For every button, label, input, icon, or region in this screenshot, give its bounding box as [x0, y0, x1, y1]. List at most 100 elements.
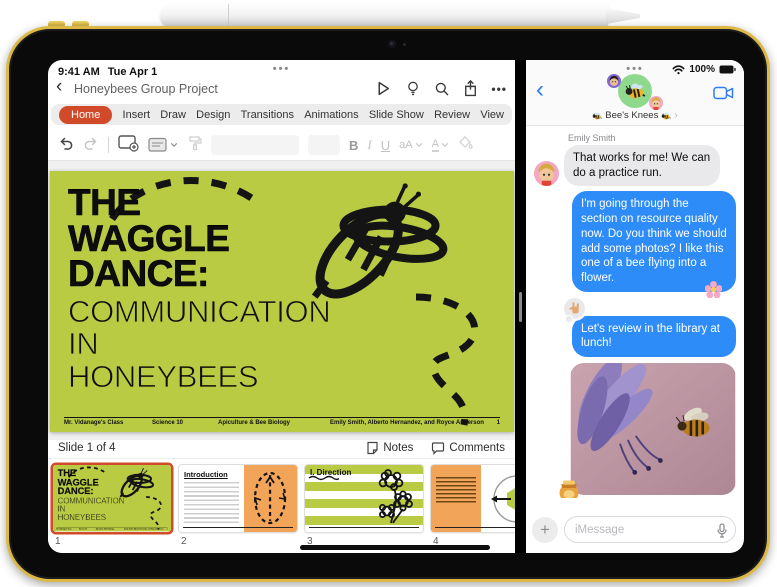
- designer-lightbulb-icon[interactable]: [405, 80, 421, 97]
- slide-1[interactable]: THE WAGGLE DANCE: COMMUNICATION IN HONEY…: [50, 171, 514, 432]
- avatar-emily[interactable]: [534, 161, 559, 187]
- facetime-video-icon[interactable]: [713, 86, 734, 105]
- pencil-seam: [228, 4, 229, 28]
- search-icon[interactable]: [434, 81, 450, 97]
- thumbnail-1-slide[interactable]: THE WAGGLE DANCE: COMMUNICATION IN HONEY…: [53, 465, 171, 532]
- message-composer: +: [532, 516, 736, 543]
- title-line: WAGGLE: [68, 217, 231, 259]
- font-color-button[interactable]: A: [431, 138, 449, 152]
- slide-layout-icon[interactable]: [148, 137, 178, 153]
- footer-page-number: 1: [166, 528, 168, 530]
- wifi-icon: [672, 64, 685, 74]
- window-controls-right[interactable]: •••: [626, 63, 644, 75]
- thumbnail-2-title: Introduction: [184, 470, 228, 479]
- tab-home[interactable]: Home: [59, 105, 113, 124]
- tab-view[interactable]: View: [480, 109, 504, 121]
- text-case-button[interactable]: aA: [399, 139, 422, 151]
- tab-animations[interactable]: Animations: [304, 109, 358, 121]
- subtitle-line: HONEYBEES: [57, 512, 106, 522]
- add-attachment-button[interactable]: +: [532, 516, 558, 543]
- tab-design[interactable]: Design: [196, 109, 230, 121]
- thumbnail-2[interactable]: Introduction: [179, 465, 297, 532]
- tab-transitions[interactable]: Transitions: [241, 109, 294, 121]
- group-avatar-bee: [618, 74, 652, 108]
- bee-icon: [624, 81, 646, 101]
- footer-subject: Apiculture & Bee Biology: [95, 528, 115, 530]
- powerpoint-app: 9:41 AM Tue Apr 1 ••• ‹ Honeybees Group …: [48, 60, 515, 553]
- subtitle-line: HONEYBEES: [68, 358, 259, 394]
- status-bar-right: 100%: [672, 64, 736, 75]
- thumbnail-4-diagram: [490, 475, 515, 523]
- home-indicator[interactable]: [300, 545, 490, 550]
- powerpoint-navbar: ‹ Honeybees Group Project •••: [48, 75, 515, 102]
- ribbon-tab-bar: Home Insert Draw Design Transitions Anim…: [51, 104, 512, 125]
- more-icon[interactable]: •••: [491, 82, 507, 96]
- battery-percent: 100%: [689, 64, 715, 75]
- photo-attachment[interactable]: [570, 363, 736, 496]
- slide-canvas-area: THE WAGGLE DANCE: COMMUNICATION IN HONEY…: [48, 160, 515, 440]
- bee-icon: [592, 111, 603, 120]
- group-avatar-cluster[interactable]: [605, 74, 665, 110]
- tapback-love-you-gesture-icon[interactable]: [562, 295, 587, 323]
- incoming-message[interactable]: That works for me! We can do a practice …: [564, 145, 720, 187]
- italic-button[interactable]: I: [367, 137, 371, 153]
- split-view-handle[interactable]: [519, 292, 522, 322]
- footer-authors: Emily Smith, Alberto Hernandez, and Royc…: [330, 420, 484, 426]
- bold-button[interactable]: B: [349, 138, 358, 153]
- footer-course: Science 10: [152, 420, 184, 426]
- front-camera-icon: [387, 39, 406, 49]
- notes-icon: [367, 441, 378, 455]
- thumbnail-2-number: 2: [181, 536, 187, 547]
- outgoing-message[interactable]: I'm going through the section on resourc…: [572, 191, 736, 298]
- window-controls-left[interactable]: •••: [273, 63, 291, 75]
- messages-back-chevron-icon[interactable]: ‹: [536, 78, 544, 102]
- photo-message-wrap: [534, 363, 736, 498]
- thumbnail-strip: THE WAGGLE DANCE: COMMUNICATION IN HONEY…: [48, 458, 515, 553]
- subtitle-line: COMMUNICATION: [68, 293, 332, 329]
- slide-position-label: Slide 1 of 4: [58, 442, 116, 454]
- date: Tue Apr 1: [107, 66, 158, 78]
- tab-insert[interactable]: Insert: [123, 109, 151, 121]
- ipad-frame: 9:41 AM Tue Apr 1 ••• ‹ Honeybees Group …: [6, 26, 770, 582]
- thumbnail-3-flowers: [378, 469, 413, 524]
- microphone-icon[interactable]: [717, 523, 727, 538]
- slide-status-row: Slide 1 of 4 Notes Comments: [48, 440, 515, 458]
- thumbnail-4[interactable]: [431, 465, 515, 532]
- underline-button[interactable]: U: [381, 138, 390, 153]
- slide-title-textbox[interactable]: THE WAGGLE DANCE: COMMUNICATION IN HONEY…: [57, 468, 125, 522]
- thumbnail-1[interactable]: THE WAGGLE DANCE: COMMUNICATION IN HONEY…: [53, 465, 171, 532]
- tab-slideshow[interactable]: Slide Show: [369, 109, 424, 121]
- thumbnail-1-number: 1: [55, 536, 61, 547]
- slide-footer: Mr. Vidanage's Class Science 10 Apicultu…: [56, 527, 168, 530]
- title-line: DANCE:: [68, 253, 210, 295]
- redo-icon[interactable]: [83, 135, 99, 156]
- footer-page-number: 1: [496, 420, 500, 426]
- title-line: DANCE:: [57, 485, 94, 497]
- thumbnail-4-textblock: [431, 465, 481, 532]
- back-chevron-icon[interactable]: ‹: [56, 75, 62, 99]
- comment-icon: [432, 441, 445, 455]
- honey-pot-icon: [559, 480, 579, 498]
- clock: 9:41 AM: [58, 66, 100, 78]
- thumbnail-3[interactable]: I. Direction: [305, 465, 423, 532]
- tab-draw[interactable]: Draw: [160, 109, 186, 121]
- comments-button[interactable]: Comments: [431, 441, 505, 455]
- share-icon[interactable]: [463, 80, 478, 97]
- member-avatar: [607, 74, 621, 88]
- imessage-input[interactable]: [575, 517, 694, 542]
- notes-button[interactable]: Notes: [366, 441, 413, 455]
- scene: 9:41 AM Tue Apr 1 ••• ‹ Honeybees Group …: [0, 0, 777, 587]
- tab-review[interactable]: Review: [434, 109, 470, 121]
- undo-icon[interactable]: [58, 135, 74, 156]
- present-button[interactable]: [375, 80, 392, 97]
- apple-pencil: [160, 4, 640, 28]
- thumbnail-2-diagram: [243, 465, 297, 532]
- group-name-row[interactable]: Bee's Knees ›: [526, 110, 744, 121]
- new-slide-icon[interactable]: [118, 134, 139, 157]
- outgoing-message[interactable]: Let's review in the library at lunch!: [562, 295, 736, 358]
- slide-footer: Mr. Vidanage's Class Science 10 Apicultu…: [64, 417, 500, 426]
- group-name: Bee's Knees: [605, 110, 659, 121]
- subtitle-line: COMMUNICATION: [57, 496, 125, 506]
- slide-title-textbox[interactable]: THE WAGGLE DANCE: COMMUNICATION IN HONEY…: [68, 184, 332, 394]
- footer-subject: Apiculture & Bee Biology: [218, 420, 291, 426]
